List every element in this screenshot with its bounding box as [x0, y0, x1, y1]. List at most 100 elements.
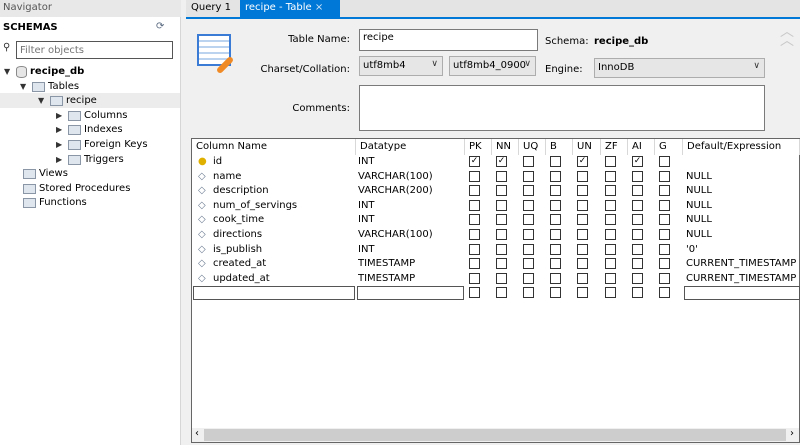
tree-item[interactable]: Stored Procedures	[20, 182, 130, 196]
scrollbar-thumb[interactable]	[204, 429, 786, 441]
checkbox[interactable]	[632, 185, 643, 197]
checkbox[interactable]: ✓	[577, 156, 588, 167]
column-header[interactable]: PK	[465, 139, 492, 155]
scroll-left-icon[interactable]: ‹	[195, 428, 199, 439]
column-header[interactable]: AI	[628, 139, 655, 155]
tree-item[interactable]: ▶ Columns	[56, 109, 128, 123]
tree-item[interactable]: ▼ recipe	[38, 94, 97, 108]
checkbox[interactable]	[523, 156, 534, 167]
checkbox[interactable]	[523, 214, 534, 226]
datatype-cell[interactable]: INT	[358, 199, 375, 213]
datatype-cell[interactable]: TIMESTAMP	[358, 257, 415, 271]
checkbox[interactable]	[577, 287, 588, 299]
datatype-cell[interactable]: VARCHAR(100)	[358, 228, 433, 242]
tree-item[interactable]: ▶ Indexes	[56, 123, 123, 137]
column-name-cell[interactable]: num_of_servings	[213, 199, 297, 213]
checkbox[interactable]	[496, 243, 507, 255]
engine-select[interactable]: InnoDB ∨	[594, 58, 765, 78]
checkbox[interactable]	[469, 199, 480, 211]
checkbox[interactable]	[469, 287, 480, 299]
default-cell[interactable]: CURRENT_TIMESTAMP	[686, 257, 796, 271]
collapsed-triangle-icon[interactable]: ▶	[56, 109, 65, 123]
close-icon[interactable]: ×	[315, 2, 323, 13]
checkbox[interactable]	[632, 199, 643, 211]
checkbox[interactable]	[632, 258, 643, 270]
column-name-cell[interactable]: cook_time	[213, 213, 264, 227]
filter-objects-input[interactable]	[16, 41, 173, 59]
checkbox[interactable]	[659, 170, 670, 182]
datatype-cell[interactable]: INT	[358, 243, 375, 257]
datatype-cell[interactable]: VARCHAR(100)	[358, 170, 433, 184]
charset-select[interactable]: utf8mb4 ∨	[359, 56, 443, 76]
checkbox[interactable]	[523, 229, 534, 240]
default-cell[interactable]: NULL	[686, 228, 712, 242]
checkbox[interactable]	[469, 185, 480, 197]
default-cell[interactable]: '0'	[686, 243, 698, 257]
datatype-cell[interactable]: TIMESTAMP	[358, 272, 415, 286]
checkbox[interactable]	[469, 214, 480, 226]
datatype-cell[interactable]: INT	[358, 155, 375, 169]
checkbox[interactable]	[496, 170, 507, 182]
checkbox[interactable]	[659, 287, 670, 299]
checkbox[interactable]	[605, 170, 616, 182]
datatype-cell[interactable]: VARCHAR(200)	[358, 184, 433, 198]
column-header[interactable]: UN	[573, 139, 601, 155]
checkbox[interactable]	[496, 229, 507, 240]
default-cell[interactable]: NULL	[686, 213, 712, 227]
checkbox[interactable]	[577, 214, 588, 226]
checkbox[interactable]	[605, 214, 616, 226]
checkbox[interactable]	[523, 272, 534, 284]
checkbox[interactable]	[659, 214, 670, 226]
checkbox[interactable]	[550, 214, 561, 226]
checkbox[interactable]	[469, 243, 480, 255]
column-header[interactable]: Datatype	[356, 139, 465, 155]
collapse-icon[interactable]: ︿ ︿	[780, 25, 794, 48]
checkbox[interactable]	[523, 199, 534, 211]
checkbox[interactable]	[550, 258, 561, 270]
collation-select[interactable]: utf8mb4_0900 ∨	[449, 56, 536, 76]
checkbox[interactable]	[469, 272, 480, 284]
column-name-cell[interactable]: directions	[213, 228, 262, 242]
checkbox[interactable]: ✓	[469, 156, 480, 167]
checkbox[interactable]	[577, 199, 588, 211]
checkbox[interactable]	[550, 156, 561, 167]
column-header[interactable]: ZF	[601, 139, 628, 155]
checkbox[interactable]	[577, 170, 588, 182]
checkbox[interactable]	[632, 243, 643, 255]
tab-recipe-table[interactable]: recipe - Table ×	[240, 0, 340, 17]
checkbox[interactable]	[632, 287, 643, 299]
column-header[interactable]: Column Name	[192, 139, 356, 155]
column-name-cell[interactable]: updated_at	[213, 272, 270, 286]
column-name-cell[interactable]: created_at	[213, 257, 266, 271]
checkbox[interactable]	[659, 258, 670, 270]
default-cell[interactable]: NULL	[686, 170, 712, 184]
checkbox[interactable]	[469, 170, 480, 182]
default-cell[interactable]: NULL	[686, 199, 712, 213]
tree-item[interactable]: Views	[20, 167, 68, 181]
checkbox[interactable]	[577, 258, 588, 270]
checkbox[interactable]	[496, 272, 507, 284]
tree-item[interactable]: ▼ Tables	[20, 80, 79, 94]
checkbox[interactable]	[605, 287, 616, 299]
checkbox[interactable]	[577, 272, 588, 284]
checkbox[interactable]	[523, 258, 534, 270]
checkbox[interactable]	[659, 199, 670, 211]
checkbox[interactable]	[659, 272, 670, 284]
expanded-triangle-icon[interactable]: ▼	[38, 94, 47, 108]
checkbox[interactable]	[523, 243, 534, 255]
column-header[interactable]: NN	[492, 139, 519, 155]
checkbox[interactable]	[550, 170, 561, 182]
checkbox[interactable]	[577, 185, 588, 197]
checkbox[interactable]	[605, 243, 616, 255]
column-header[interactable]: B	[546, 139, 573, 155]
table-name-input[interactable]: recipe	[359, 29, 538, 51]
checkbox[interactable]	[605, 229, 616, 240]
checkbox[interactable]	[523, 287, 534, 299]
new-column-name-input[interactable]	[193, 286, 355, 301]
checkbox[interactable]	[577, 229, 588, 240]
datatype-cell[interactable]: INT	[358, 213, 375, 227]
tab-query-1[interactable]: Query 1	[186, 0, 238, 17]
checkbox[interactable]	[496, 214, 507, 226]
checkbox[interactable]	[550, 229, 561, 240]
checkbox[interactable]	[632, 272, 643, 284]
